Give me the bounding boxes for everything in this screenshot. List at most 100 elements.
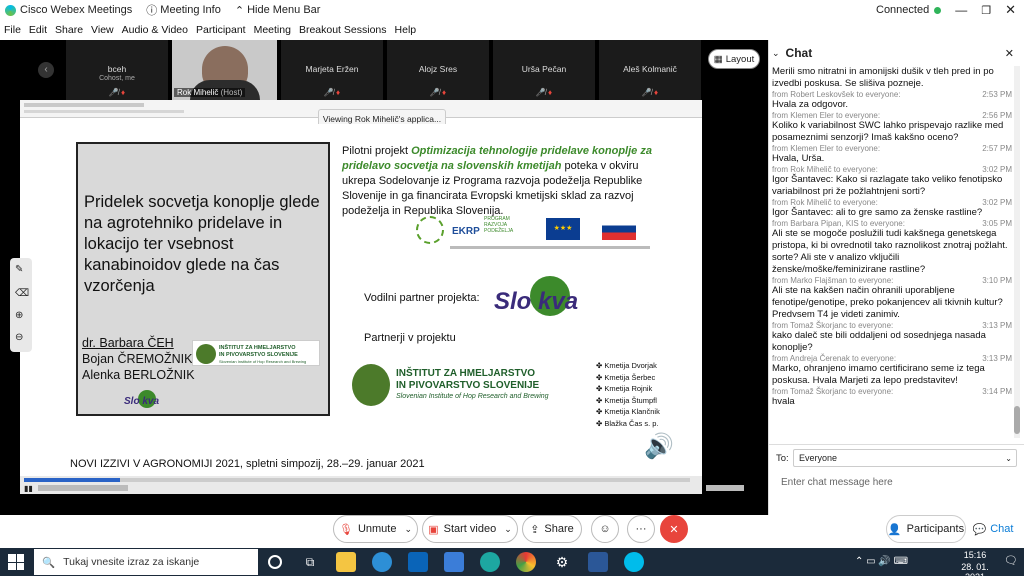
- chat-message: from Barbara Pipan, KIS to everyone: 3:05…: [772, 219, 1012, 275]
- mic-muted-icon: 🎙: [338, 523, 353, 536]
- zoom-in-icon[interactable]: ⊕: [15, 310, 23, 321]
- chat-message: from Marko Flajšman to everyone: 3:10 PM …: [772, 276, 1012, 320]
- hop-institute-logo: INŠTITUT ZA HMELJARSTVO IN PIVOVARSTVO S…: [352, 362, 578, 410]
- chat-message: from Andreja Čerenak to everyone: 3:13 PM…: [772, 354, 1012, 386]
- mic-muted-icon: 🎤̸ ♦: [535, 88, 553, 97]
- more-options-button[interactable]: ···: [627, 515, 655, 543]
- rural-dev-logo: [416, 216, 444, 244]
- chat-panel-button[interactable]: 💬 Chat: [968, 515, 1018, 543]
- hide-menu-bar-button[interactable]: ⌃ Hide Menu Bar: [235, 4, 321, 17]
- partners-label: Partnerji v projektu: [364, 332, 456, 344]
- slide-title: Pridelek socvetja konoplje glede na agro…: [84, 193, 320, 295]
- participant-tile[interactable]: Aleš Kolmanič 🎤̸ ♦: [599, 40, 701, 100]
- menu-edit[interactable]: Edit: [29, 24, 47, 36]
- more-icon: ···: [635, 523, 647, 535]
- task-view-icon[interactable]: ⧉: [300, 552, 320, 572]
- edge-new-icon[interactable]: [480, 552, 500, 572]
- chevron-down-icon: ⌄: [1005, 453, 1012, 463]
- notification-icon[interactable]: 🗨: [1004, 554, 1018, 567]
- list-item: ✤ Kmetija Šerbec: [596, 372, 656, 382]
- mic-muted-icon: 🎤̸ ♦: [429, 88, 447, 97]
- chat-input[interactable]: Enter chat message here: [772, 470, 1020, 510]
- edge-icon[interactable]: [372, 552, 392, 572]
- participant-tile[interactable]: bceh Cohost, me 🎤̸ ♦: [66, 40, 168, 100]
- chat-messages: Merili smo nitratni in amonijski dušik v…: [772, 66, 1012, 436]
- info-icon: ⓘ: [146, 5, 158, 17]
- zoom-out-icon[interactable]: ⊖: [15, 332, 23, 343]
- share-button[interactable]: ⇪ Share: [522, 515, 582, 543]
- eu-flag: ★★★: [546, 218, 580, 240]
- file-explorer-icon[interactable]: [336, 552, 356, 572]
- title-bar: Cisco Webex Meetings ⓘ Meeting Info ⌃ Hi…: [0, 0, 1024, 20]
- start-button[interactable]: [8, 554, 24, 570]
- chat-message: from Rok Mihelič to everyone: 3:02 PM Igo…: [772, 198, 1012, 218]
- menu-breakout[interactable]: Breakout Sessions: [299, 24, 387, 36]
- leave-meeting-button[interactable]: ✕: [660, 515, 688, 543]
- lead-partner-label: Vodilni partner projekta:: [364, 292, 480, 304]
- slokva-logo-small: Slo kva: [124, 390, 172, 414]
- start-video-button[interactable]: ▣ Start video ⌄: [422, 515, 518, 543]
- chrome-icon[interactable]: [516, 552, 536, 572]
- chevron-down-icon[interactable]: ⌄: [404, 524, 412, 535]
- mic-muted-icon: 🎤̸ ♦: [108, 88, 126, 97]
- chat-message: from Rok Mihelič to everyone: 3:02 PM Igo…: [772, 165, 1012, 197]
- collapse-chevron-icon[interactable]: ⌄: [772, 48, 780, 59]
- unmute-button[interactable]: 🎙 Unmute ⌄: [333, 515, 418, 543]
- mail-icon[interactable]: [444, 552, 464, 572]
- layout-icon: ▦: [713, 53, 723, 65]
- clock-date: 28. 01. 2021: [961, 562, 989, 582]
- annotate-icon[interactable]: ✎: [15, 264, 23, 275]
- share-icon: ⇪: [530, 523, 540, 536]
- pilot-project-text: Pilotni projekt Optimizacija tehnologije…: [342, 145, 652, 217]
- list-item: ✤ Kmetija Dvorjak: [596, 361, 657, 370]
- chat-message: from Robert Leskovšek to everyone: 2:53 P…: [772, 90, 1012, 110]
- speaker-icon: 🔊: [644, 433, 674, 460]
- settings-icon[interactable]: ⚙: [552, 552, 572, 572]
- menu-audio-video[interactable]: Audio & Video: [122, 24, 188, 36]
- webex-taskbar-icon[interactable]: [624, 552, 644, 572]
- menu-help[interactable]: Help: [395, 24, 417, 36]
- mic-muted-icon: 🎤̸ ♦: [323, 88, 341, 97]
- menu-participant[interactable]: Participant: [196, 24, 246, 36]
- ekrp-logo: EKRP: [452, 226, 480, 237]
- chat-recipient-select[interactable]: Everyone ⌄: [793, 449, 1017, 467]
- menu-meeting[interactable]: Meeting: [254, 24, 291, 36]
- taskbar-search[interactable]: 🔍 Tukaj vnesite izraz za iskanje: [34, 549, 258, 575]
- mic-muted-icon: 🎤̸ ♦: [641, 88, 659, 97]
- reactions-button[interactable]: ☺: [591, 515, 619, 543]
- chevron-down-icon[interactable]: ⌄: [504, 524, 512, 535]
- minimize-button[interactable]: —: [955, 3, 967, 17]
- chat-scrollbar[interactable]: [1014, 66, 1020, 438]
- participant-tile[interactable]: Urša Pečan 🎤̸ ♦: [493, 40, 595, 100]
- webex-icon: [5, 4, 16, 16]
- participants-panel-button[interactable]: 👤 Participants: [886, 515, 966, 543]
- meeting-info-button[interactable]: ⓘ Meeting Info: [146, 2, 221, 18]
- close-icon: ✕: [669, 523, 679, 536]
- cortana-icon[interactable]: [268, 555, 282, 569]
- chat-scrollbar-thumb[interactable]: [1014, 406, 1020, 434]
- layout-button[interactable]: ▦ Layout: [708, 49, 760, 69]
- stage-right-margin: [702, 116, 768, 476]
- strip-prev-button[interactable]: ‹: [38, 62, 54, 78]
- list-item: ✤ Kmetija Štumpfl: [596, 395, 657, 405]
- author-2: Bojan ČREMOŽNIK: [82, 352, 193, 366]
- chat-to-label: To:: [776, 453, 789, 464]
- chat-message: from Klemen Eler to everyone: 2:57 PM Hva…: [772, 144, 1012, 164]
- participant-tile[interactable]: Alojz Sres 🎤̸ ♦: [387, 40, 489, 100]
- list-item: ✤ Blažka Čas s. p.: [596, 418, 659, 428]
- chat-icon: 💬: [972, 523, 987, 536]
- close-chat-button[interactable]: ✕: [1005, 47, 1014, 60]
- restore-button[interactable]: ❐: [981, 4, 991, 17]
- participant-tile-host[interactable]: Rok Mihelič (Host): [172, 40, 277, 100]
- eraser-icon[interactable]: ⌫: [15, 288, 29, 299]
- chat-message: Merili smo nitratni in amonijski dušik v…: [772, 66, 994, 89]
- list-item: ✤ Kmetija Rojnik: [596, 384, 653, 393]
- menu-view[interactable]: View: [91, 24, 114, 36]
- word-icon[interactable]: [588, 552, 608, 572]
- menu-share[interactable]: Share: [55, 24, 83, 36]
- close-window-button[interactable]: ✕: [1005, 2, 1016, 18]
- menu-file[interactable]: File: [4, 24, 21, 36]
- outlook-icon[interactable]: [408, 552, 428, 572]
- participant-tile[interactable]: Marjeta Eržen 🎤̸ ♦: [281, 40, 383, 100]
- play-pause-icon[interactable]: ▮▮: [24, 484, 33, 493]
